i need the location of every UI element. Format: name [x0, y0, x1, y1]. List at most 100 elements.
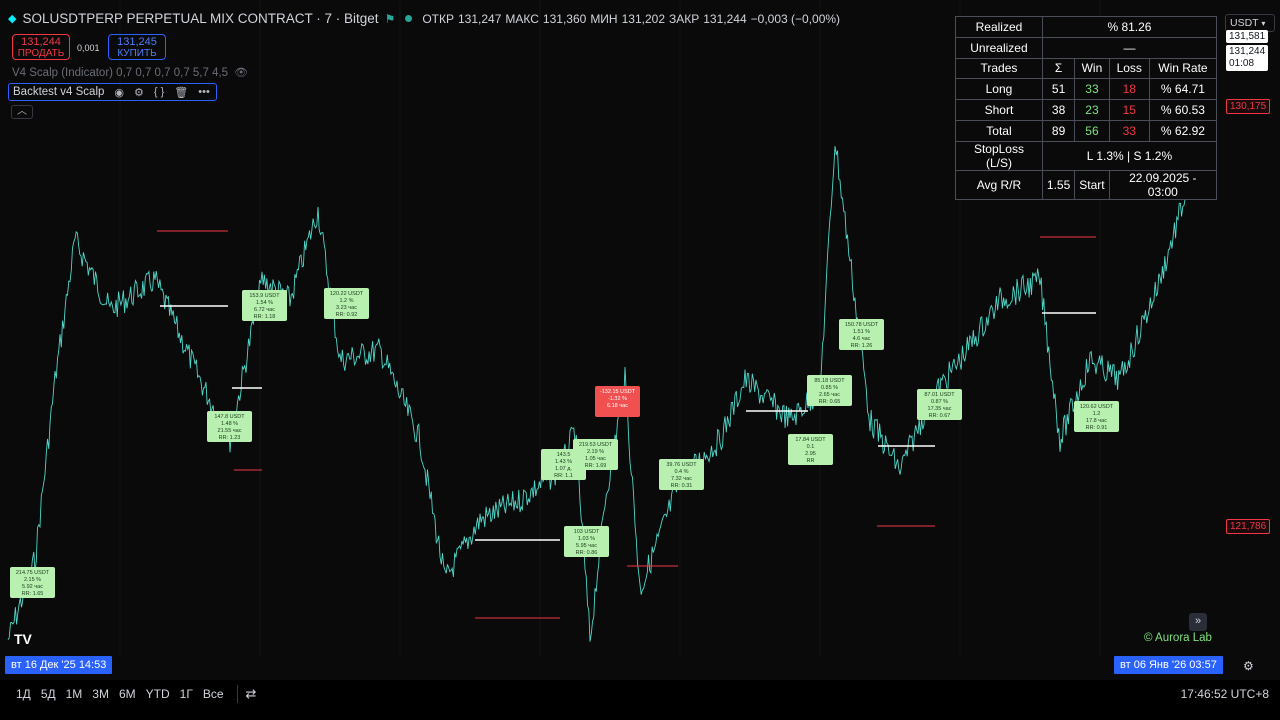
symbol-title[interactable]: SOLUSDTPERP PERPETUAL MIX CONTRACT · 7 ·…: [22, 11, 378, 26]
header-total: Σ: [1041, 57, 1076, 80]
trade-result-text: RR: 0.31: [671, 483, 693, 489]
last-price: 131,244: [1229, 46, 1266, 57]
start-label: Start: [1074, 169, 1110, 200]
trade-result-label: 103 USDT1.03 %5.95 часRR: 0.86: [564, 526, 609, 557]
trade-result-text: 1.54 %: [256, 300, 273, 306]
collapse-legend-button[interactable]: ︿: [11, 105, 33, 119]
trade-result-text: 2.65 час: [819, 392, 840, 398]
indicator-legend[interactable]: V4 Scalp (Indicator) 0,7 0,7 0,7 0,7 5,7…: [12, 66, 248, 80]
trade-result-text: 6.18 час: [607, 403, 628, 409]
range-6m[interactable]: 6М: [114, 687, 141, 701]
row-win: 23: [1074, 99, 1110, 121]
open-label: ОТКР: [422, 11, 454, 26]
range-3m[interactable]: 3М: [87, 687, 114, 701]
close-label: ЗАКР: [669, 11, 700, 26]
trade-result-label: 87.01 USDT0.87 %17.35 часRR: 0.67: [917, 389, 962, 420]
row-loss: 15: [1108, 99, 1150, 121]
strategy-legend[interactable]: Backtest v4 Scalp ◉ ⚙ { } 🗑 •••: [8, 83, 217, 101]
trade-result-text: 1.07 д.: [555, 466, 572, 472]
long-row: Long 51 33 18 % 64.71: [955, 78, 1218, 101]
settings-icon[interactable]: ⚙: [134, 86, 144, 99]
row-loss: 18: [1108, 78, 1150, 101]
row-rate: % 64.71: [1148, 78, 1218, 101]
spread-value: 0,001: [77, 43, 100, 53]
eye-icon[interactable]: ◉: [114, 86, 124, 99]
trade-result-label: -132.15 USDT-1.32 %6.18 час: [595, 386, 640, 417]
trade-result-text: RR: 1.23: [219, 435, 241, 441]
hidden-eye-icon[interactable]: 👁: [234, 66, 248, 79]
low-label: МИН: [590, 11, 618, 26]
row-total: 38: [1041, 99, 1076, 121]
trade-result-text: RR: 0.92: [336, 312, 358, 318]
delete-icon[interactable]: 🗑: [174, 86, 188, 99]
more-icon[interactable]: •••: [198, 86, 210, 98]
strategy-label: Backtest v4 Scalp: [13, 86, 105, 98]
trade-result-text: 1.51 %: [853, 329, 870, 335]
range-ytd[interactable]: YTD: [141, 687, 175, 701]
market-status-icon: [405, 15, 413, 22]
trade-result-text: RR: 1.69: [585, 463, 607, 469]
range-5d[interactable]: 5Д: [36, 687, 61, 701]
row-loss: 33: [1108, 119, 1150, 142]
clock[interactable]: 17:46:52 UTC+8: [1181, 687, 1269, 701]
trade-result-text: RR: 0.86: [576, 550, 598, 556]
trade-result-text: 1.2 %: [339, 298, 353, 304]
gear-icon[interactable]: ⚙: [1243, 659, 1254, 673]
trade-result-text: 85.18 USDT: [814, 378, 845, 384]
watermark: © Aurora Lab: [1144, 632, 1212, 644]
stoploss-row: StopLoss (L/S) L 1.3% | S 1.2%: [955, 140, 1218, 171]
price-tag-level: 130,175: [1226, 99, 1271, 114]
time-axis[interactable]: вт 16 Дек '25 14:53 вт 06 Янв '26 03:57: [0, 656, 1280, 676]
trade-result-text: 214.75 USDT: [16, 570, 50, 576]
range-1y[interactable]: 1Г: [175, 687, 198, 701]
high-value: 131,360: [542, 11, 587, 26]
trade-result-text: RR: 1.1: [554, 473, 573, 479]
trade-result-label: 39.76 USDT0.4 %7.32 часRR: 0.31: [659, 459, 704, 490]
header-trades: Trades: [955, 57, 1043, 80]
trade-result-text: 0.1: [807, 444, 815, 450]
realized-row: Realized % 81.26: [955, 16, 1218, 38]
flag-icon[interactable]: ⚑: [385, 12, 396, 26]
range-1m[interactable]: 1М: [61, 687, 88, 701]
trade-result-text: 4.6 час: [853, 336, 871, 342]
range-1d[interactable]: 1Д: [11, 687, 36, 701]
trade-result-text: -132.15 USDT: [600, 389, 636, 395]
tradingview-logo-icon[interactable]: TV: [14, 631, 38, 647]
sell-button[interactable]: 131,244 ПРОДАТЬ: [12, 34, 70, 60]
avgrr-label: Avg R/R: [955, 169, 1043, 200]
trade-result-text: RR: 1.26: [851, 343, 873, 349]
trade-result-text: 6.72 час: [254, 307, 275, 313]
realized-value: % 81.26: [1041, 16, 1218, 38]
range-all[interactable]: Все: [198, 687, 229, 701]
trade-result-text: 21.55 час: [218, 428, 242, 434]
chevron-down-icon: ▾: [1261, 19, 1266, 28]
row-rate: % 60.53: [1148, 99, 1218, 121]
date-range-icon[interactable]: ⇄: [246, 686, 257, 702]
price-tag-low: 121,786: [1226, 519, 1271, 534]
bitget-logo-icon: ◆: [8, 13, 17, 25]
header-row: Trades Σ Win Loss Win Rate: [955, 57, 1218, 80]
divider: [236, 685, 238, 703]
trade-result-text: 219.53 USDT: [579, 442, 613, 448]
trade-result-text: RR: [807, 458, 815, 464]
trade-result-text: 3.23 час: [336, 305, 357, 311]
low-value: 131,202: [621, 11, 665, 26]
trade-result-text: 2.19 %: [587, 449, 604, 455]
symbol-header: ◆ SOLUSDTPERP PERPETUAL MIX CONTRACT · 7…: [8, 11, 840, 26]
stoploss-value: L 1.3% | S 1.2%: [1041, 140, 1218, 171]
source-code-icon[interactable]: { }: [154, 86, 164, 98]
trade-result-text: RR: 0.91: [1086, 425, 1108, 431]
header-win: Win: [1074, 57, 1110, 80]
trade-result-text: -1.32 %: [608, 396, 627, 402]
sell-label: ПРОДАТЬ: [17, 48, 65, 59]
trade-result-text: 0.87 %: [931, 399, 948, 405]
row-win: 56: [1074, 119, 1110, 142]
high-label: МАКС: [505, 11, 539, 26]
scroll-to-realtime-button[interactable]: »: [1189, 613, 1207, 631]
avgrr-row: Avg R/R 1.55 Start 22.09.2025 - 03:00: [955, 169, 1218, 200]
row-total: 89: [1041, 119, 1076, 142]
avgrr-value: 1.55: [1041, 169, 1076, 200]
trade-result-text: 1.2: [1093, 411, 1101, 417]
trade-result-text: 17.84 USDT: [795, 437, 826, 443]
buy-button[interactable]: 131,245 КУПИТЬ: [108, 34, 166, 60]
